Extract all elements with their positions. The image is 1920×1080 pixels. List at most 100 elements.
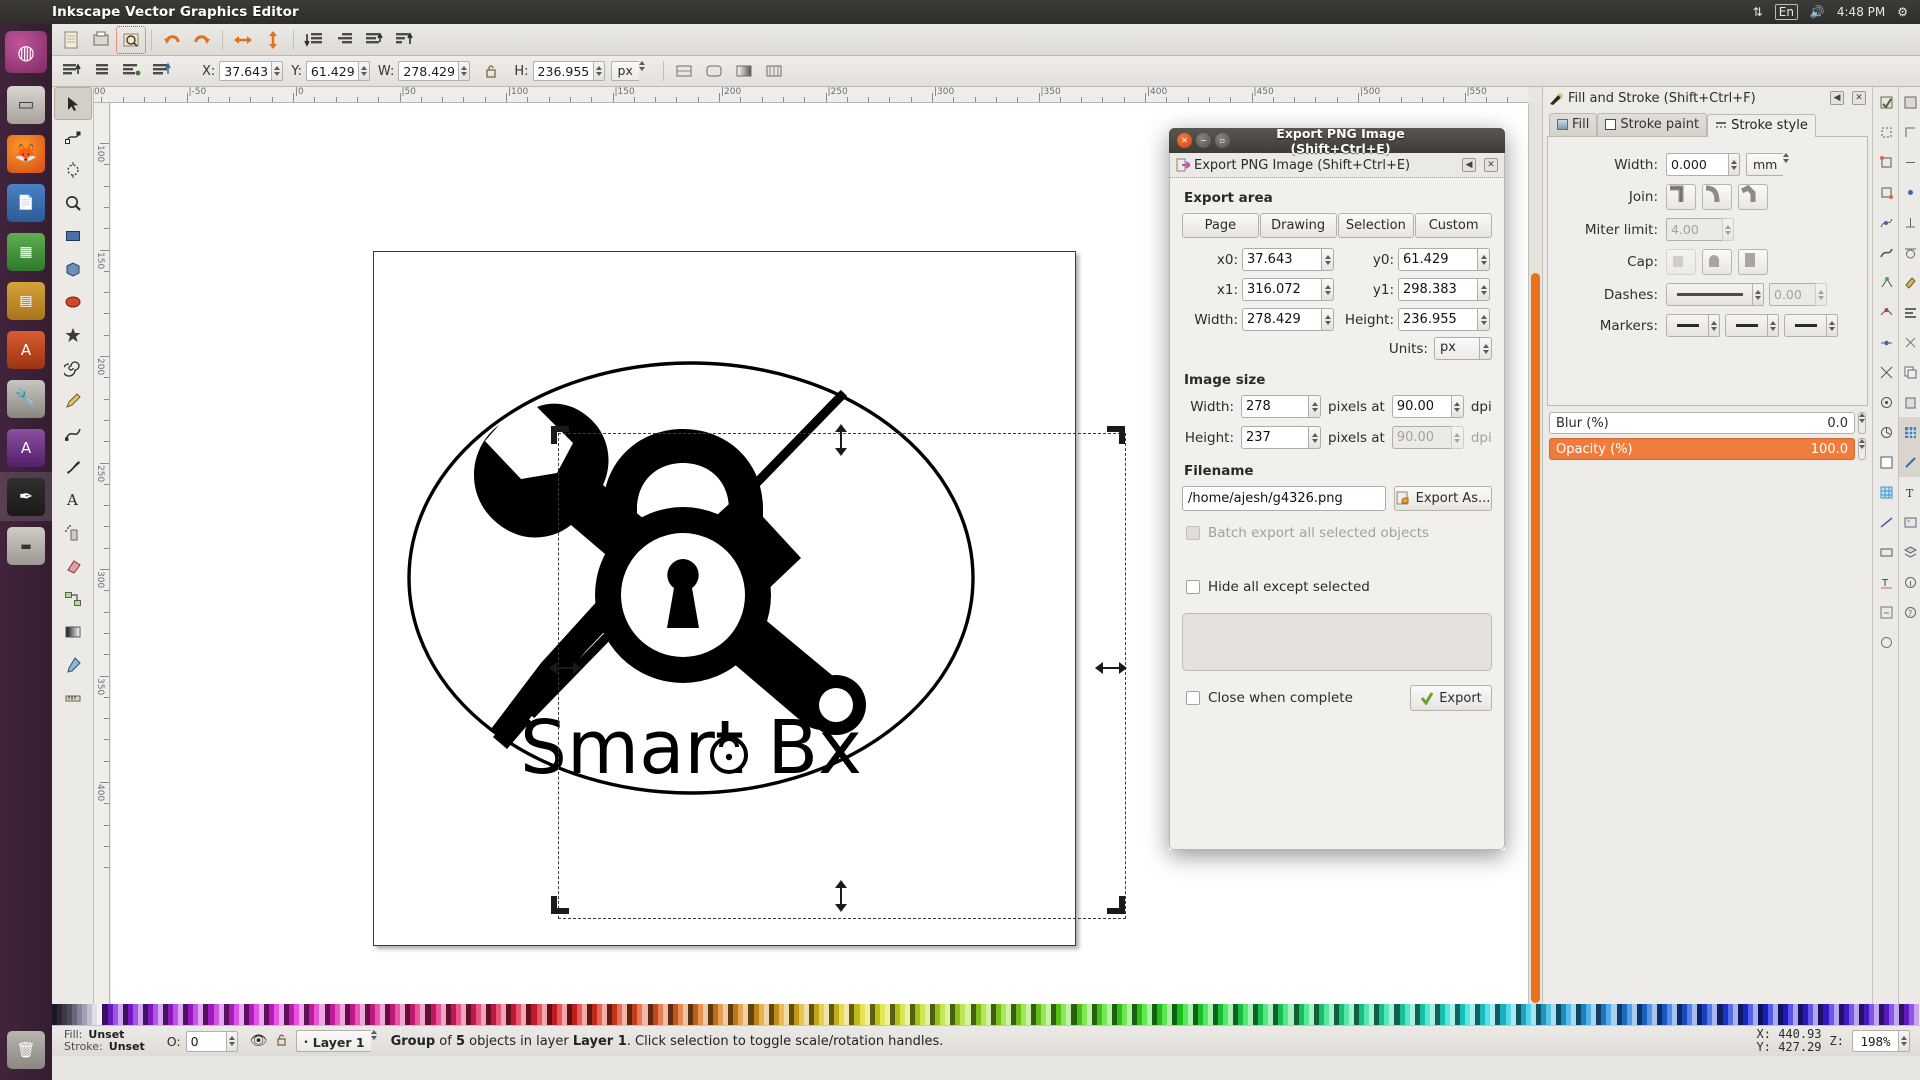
filename-input[interactable] [1182, 486, 1386, 511]
join-bevel-button[interactable] [1738, 184, 1768, 210]
launcher-firefox[interactable]: 🦊 [0, 129, 52, 178]
snap-grid-icon[interactable] [1873, 477, 1899, 507]
y1-stepper[interactable] [1477, 278, 1490, 301]
tool-eraser[interactable] [52, 549, 94, 582]
y0-input[interactable] [1398, 248, 1477, 271]
lower-button[interactable] [329, 26, 359, 54]
tool-spiral[interactable] [52, 351, 94, 384]
keyboard-layout-indicator[interactable]: En [1775, 4, 1798, 20]
dock-collapse-button[interactable]: ◀ [1830, 91, 1844, 105]
area-height-spinbox[interactable] [1398, 308, 1490, 331]
launcher-files[interactable]: ▭ [0, 80, 52, 129]
launcher-calc[interactable]: ▦ [0, 227, 52, 276]
x1-input[interactable] [1242, 278, 1321, 301]
image-width-spinbox[interactable] [1241, 395, 1321, 418]
rotate-90-cw-button[interactable] [146, 57, 176, 85]
fill-stroke-indicator[interactable]: Fill:Unset Stroke:Unset [64, 1029, 145, 1053]
blur-stepper[interactable] [1858, 412, 1866, 434]
snap-text-icon[interactable]: T [1899, 477, 1920, 507]
snap-grid-toggle-icon[interactable] [1899, 417, 1920, 447]
launcher-dash[interactable]: ◍ [0, 24, 52, 80]
layer-selector[interactable]: • Layer 1 [296, 1030, 376, 1052]
marker-end-combo[interactable] [1784, 314, 1838, 337]
tab-stroke-style[interactable]: Stroke style [1707, 114, 1816, 137]
units-combo[interactable]: px [611, 61, 645, 81]
lower-to-bottom-button[interactable] [299, 26, 329, 54]
opacity-slider[interactable]: Opacity (%) 100.0 [1549, 438, 1855, 460]
tool-connector[interactable] [52, 582, 94, 615]
snap-corner-icon[interactable] [1899, 117, 1920, 147]
close-when-complete-checkbox[interactable] [1186, 691, 1200, 705]
zoom-input[interactable] [1852, 1030, 1898, 1052]
opacity-stepper[interactable] [1858, 438, 1866, 460]
stroke-width-unit-combo[interactable]: mm [1746, 153, 1789, 176]
snap-help-icon[interactable]: ? [1899, 597, 1920, 627]
affect-stroke-width-toggle[interactable] [669, 57, 699, 85]
stroke-width-spinbox[interactable] [1666, 153, 1740, 176]
w-stepper[interactable] [458, 61, 470, 81]
x1-spinbox[interactable] [1242, 278, 1334, 301]
marker-start-combo[interactable] [1666, 314, 1720, 337]
select-all-button[interactable] [56, 57, 86, 85]
snap-image-icon[interactable] [1899, 507, 1920, 537]
palette-swatch[interactable] [1914, 1004, 1919, 1025]
snap-info-icon[interactable] [1899, 567, 1920, 597]
tool-gradient[interactable] [52, 615, 94, 648]
flip-horizontal-button[interactable] [228, 26, 258, 54]
snap-paste-icon[interactable] [1899, 387, 1920, 417]
window-maximize-button[interactable]: ▫ [1215, 133, 1230, 148]
snap-enable-icon[interactable] [1873, 87, 1899, 117]
x-stepper[interactable] [271, 61, 283, 81]
x-spinbox[interactable] [219, 61, 283, 81]
y-spinbox[interactable] [306, 61, 370, 81]
horizontal-ruler[interactable]: |-100|-50|0|50|100|150|200|250|300|350|4… [94, 87, 1528, 103]
snap-rotation-center-icon[interactable] [1873, 417, 1899, 447]
snap-guides-toggle-icon[interactable] [1899, 447, 1920, 477]
raise-to-top-button[interactable] [389, 26, 419, 54]
miter-limit-spinbox[interactable] [1666, 218, 1734, 241]
marker-mid-stepper[interactable] [1767, 314, 1779, 337]
snap-cusp-icon[interactable] [1873, 267, 1899, 297]
snap-node-icon[interactable] [1873, 207, 1899, 237]
x1-stepper[interactable] [1321, 278, 1334, 301]
export-dialog-close-button[interactable]: ✕ [1484, 158, 1498, 172]
export-area-custom-button[interactable]: Custom [1415, 213, 1492, 238]
tab-fill[interactable]: Fill [1549, 113, 1597, 136]
y-stepper[interactable] [358, 61, 370, 81]
dashes-combo[interactable] [1666, 283, 1764, 306]
dpi-width-spinbox[interactable] [1392, 395, 1464, 418]
dashes-stepper[interactable] [1752, 283, 1764, 306]
status-opacity-input[interactable] [186, 1031, 226, 1052]
snap-layers-icon[interactable] [1899, 537, 1920, 567]
snap-bbox-corner-icon[interactable] [1873, 177, 1899, 207]
zoom-spinbox[interactable] [1852, 1030, 1910, 1052]
snap-edge-icon[interactable] [1899, 147, 1920, 177]
tool-bezier[interactable] [52, 417, 94, 450]
launcher-inkscape[interactable]: ✒ [0, 472, 52, 521]
snap-page-border-icon[interactable] [1873, 447, 1899, 477]
area-height-stepper[interactable] [1477, 308, 1490, 331]
window-close-button[interactable]: ✕ [1177, 133, 1192, 148]
tool-selector[interactable] [54, 87, 92, 120]
vertical-ruler[interactable]: 100150200250300350400 [94, 103, 110, 1015]
units-stepper[interactable] [639, 61, 645, 81]
selection-handles[interactable] [543, 418, 1143, 938]
x0-stepper[interactable] [1321, 248, 1334, 271]
tool-pencil[interactable] [52, 384, 94, 417]
image-height-stepper[interactable] [1308, 426, 1321, 449]
tool-3dbox[interactable] [52, 252, 94, 285]
affect-patterns-toggle[interactable] [759, 57, 789, 85]
stroke-width-stepper[interactable] [1728, 153, 1740, 176]
dpi-width-input[interactable] [1392, 395, 1451, 418]
export-area-drawing-button[interactable]: Drawing [1260, 213, 1337, 238]
snap-extra-2-icon[interactable] [1873, 627, 1899, 657]
launcher-amazon[interactable]: A [0, 423, 52, 472]
hide-all-checkbox-row[interactable]: Hide all except selected [1186, 579, 1492, 595]
export-dialog-titlebar[interactable]: ✕ − ▫ Export PNG Image (Shift+Ctrl+E) [1169, 128, 1505, 153]
snap-guide-icon[interactable] [1873, 507, 1899, 537]
snap-object-bbox-icon[interactable] [1873, 537, 1899, 567]
launcher-software-center[interactable]: A [0, 325, 52, 374]
cap-square-button[interactable] [1738, 249, 1768, 275]
launcher-terminal[interactable]: ▬ [0, 521, 52, 570]
export-png-dialog[interactable]: ✕ − ▫ Export PNG Image (Shift+Ctrl+E) Ex… [1169, 128, 1505, 850]
